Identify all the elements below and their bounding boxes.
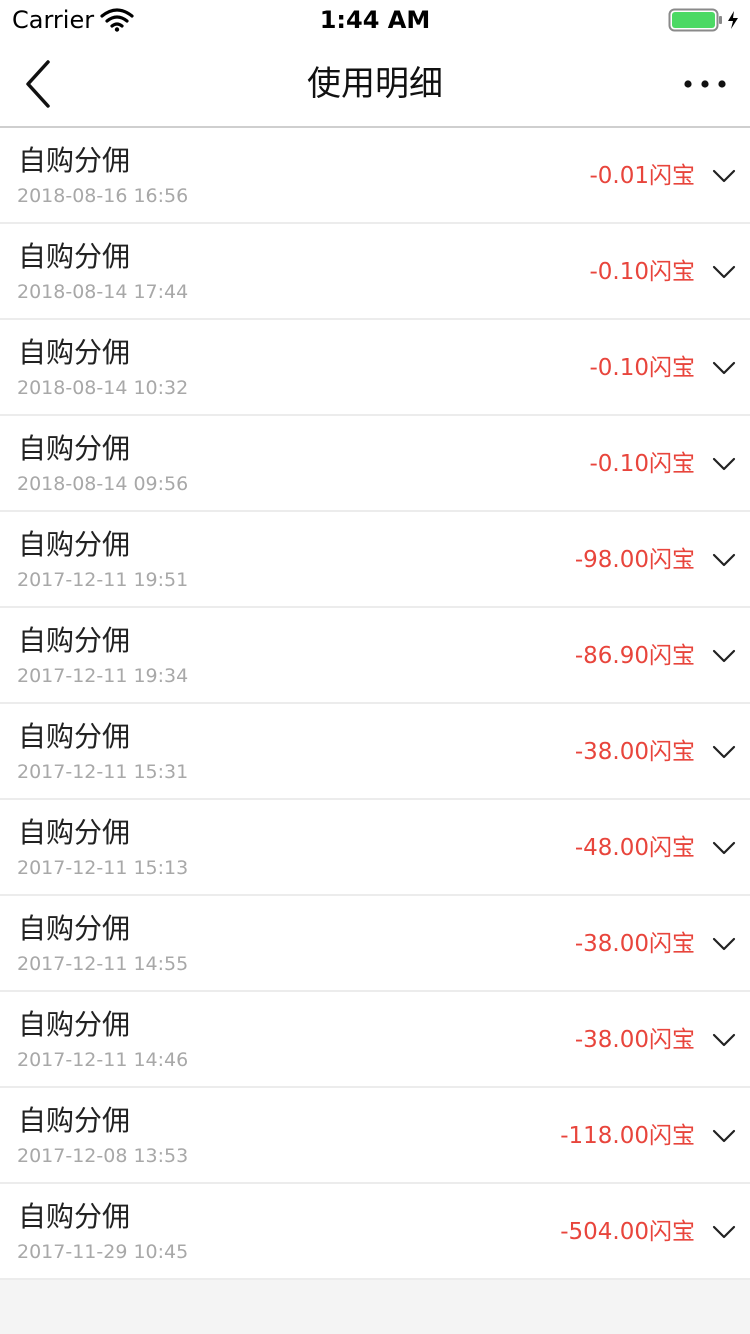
transaction-amount: -504.00闪宝 xyxy=(560,1219,695,1245)
transaction-date: 2017-12-11 19:34 xyxy=(17,665,189,687)
transaction-amount: -38.00闪宝 xyxy=(574,931,695,957)
chevron-down-icon[interactable] xyxy=(710,262,738,282)
transaction-row[interactable]: 自购分佣 2017-12-11 14:55 -38.00闪宝 xyxy=(0,896,750,992)
status-time: 1:44 AM xyxy=(319,6,431,34)
transaction-row[interactable]: 自购分佣 2017-12-11 15:13 -48.00闪宝 xyxy=(0,800,750,896)
chevron-down-icon[interactable] xyxy=(710,454,738,474)
transaction-amount: -38.00闪宝 xyxy=(574,739,695,765)
transaction-title: 自购分佣 xyxy=(18,528,131,561)
transaction-amount: -98.00闪宝 xyxy=(574,547,695,573)
transaction-list: 自购分佣 2018-08-16 16:56 -0.01闪宝 自购分佣 2018-… xyxy=(0,128,750,1280)
transaction-row[interactable]: 自购分佣 2018-08-16 16:56 -0.01闪宝 xyxy=(0,128,750,224)
transaction-row[interactable]: 自购分佣 2017-12-11 19:34 -86.90闪宝 xyxy=(0,608,750,704)
navigation-bar: 使用明细 xyxy=(0,40,750,128)
transaction-row[interactable]: 自购分佣 2018-08-14 10:32 -0.10闪宝 xyxy=(0,320,750,416)
transaction-title: 自购分佣 xyxy=(18,240,131,273)
transaction-date: 2017-12-11 15:31 xyxy=(17,761,189,783)
transaction-amount: -48.00闪宝 xyxy=(574,835,695,861)
transaction-row[interactable]: 自购分佣 2018-08-14 17:44 -0.10闪宝 xyxy=(0,224,750,320)
chevron-down-icon[interactable] xyxy=(710,358,738,378)
chevron-down-icon[interactable] xyxy=(710,1030,738,1050)
transaction-title: 自购分佣 xyxy=(18,720,131,753)
status-bar: Carrier 1:44 AM xyxy=(0,0,750,40)
transaction-date: 2017-12-08 13:53 xyxy=(17,1145,189,1167)
chevron-down-icon[interactable] xyxy=(710,838,738,858)
transaction-date: 2017-12-11 14:55 xyxy=(17,953,189,975)
transaction-title: 自购分佣 xyxy=(18,144,131,177)
chevron-down-icon[interactable] xyxy=(710,1126,738,1146)
transaction-amount: -0.01闪宝 xyxy=(589,163,695,189)
more-options-icon[interactable] xyxy=(672,64,738,104)
transaction-amount: -0.10闪宝 xyxy=(589,355,695,381)
transaction-row[interactable]: 自购分佣 2017-12-11 15:31 -38.00闪宝 xyxy=(0,704,750,800)
transaction-row[interactable]: 自购分佣 2018-08-14 09:56 -0.10闪宝 xyxy=(0,416,750,512)
transaction-title: 自购分佣 xyxy=(18,624,131,657)
transaction-date: 2018-08-14 17:44 xyxy=(17,281,189,303)
chevron-down-icon[interactable] xyxy=(710,742,738,762)
chevron-down-icon[interactable] xyxy=(710,934,738,954)
transaction-date: 2017-12-11 14:46 xyxy=(17,1049,189,1071)
chevron-down-icon[interactable] xyxy=(710,646,738,666)
chevron-down-icon[interactable] xyxy=(710,166,738,186)
transaction-row[interactable]: 自购分佣 2017-12-11 14:46 -38.00闪宝 xyxy=(0,992,750,1088)
chevron-down-icon[interactable] xyxy=(710,550,738,570)
transaction-amount: -118.00闪宝 xyxy=(560,1123,695,1149)
transaction-date: 2017-12-11 15:13 xyxy=(17,857,189,879)
transaction-date: 2017-11-29 10:45 xyxy=(17,1241,189,1263)
transaction-amount: -0.10闪宝 xyxy=(589,259,695,285)
chevron-down-icon[interactable] xyxy=(710,1222,738,1242)
transaction-title: 自购分佣 xyxy=(18,336,131,369)
transaction-date: 2018-08-16 16:56 xyxy=(17,185,189,207)
battery-icon xyxy=(668,8,738,32)
transaction-row[interactable]: 自购分佣 2017-11-29 10:45 -504.00闪宝 xyxy=(0,1184,750,1280)
transaction-title: 自购分佣 xyxy=(18,912,131,945)
transaction-date: 2017-12-11 19:51 xyxy=(17,569,189,591)
transaction-row[interactable]: 自购分佣 2017-12-08 13:53 -118.00闪宝 xyxy=(0,1088,750,1184)
transaction-amount: -86.90闪宝 xyxy=(574,643,695,669)
transaction-title: 自购分佣 xyxy=(18,1104,131,1137)
transaction-date: 2018-08-14 10:32 xyxy=(17,377,189,399)
transaction-amount: -38.00闪宝 xyxy=(574,1027,695,1053)
transaction-amount: -0.10闪宝 xyxy=(589,451,695,477)
transaction-title: 自购分佣 xyxy=(18,1008,131,1041)
transaction-date: 2018-08-14 09:56 xyxy=(17,473,189,495)
transaction-title: 自购分佣 xyxy=(18,1200,131,1233)
transaction-title: 自购分佣 xyxy=(18,432,131,465)
transaction-title: 自购分佣 xyxy=(18,816,131,849)
transaction-row[interactable]: 自购分佣 2017-12-11 19:51 -98.00闪宝 xyxy=(0,512,750,608)
page-title: 使用明细 xyxy=(307,64,443,104)
